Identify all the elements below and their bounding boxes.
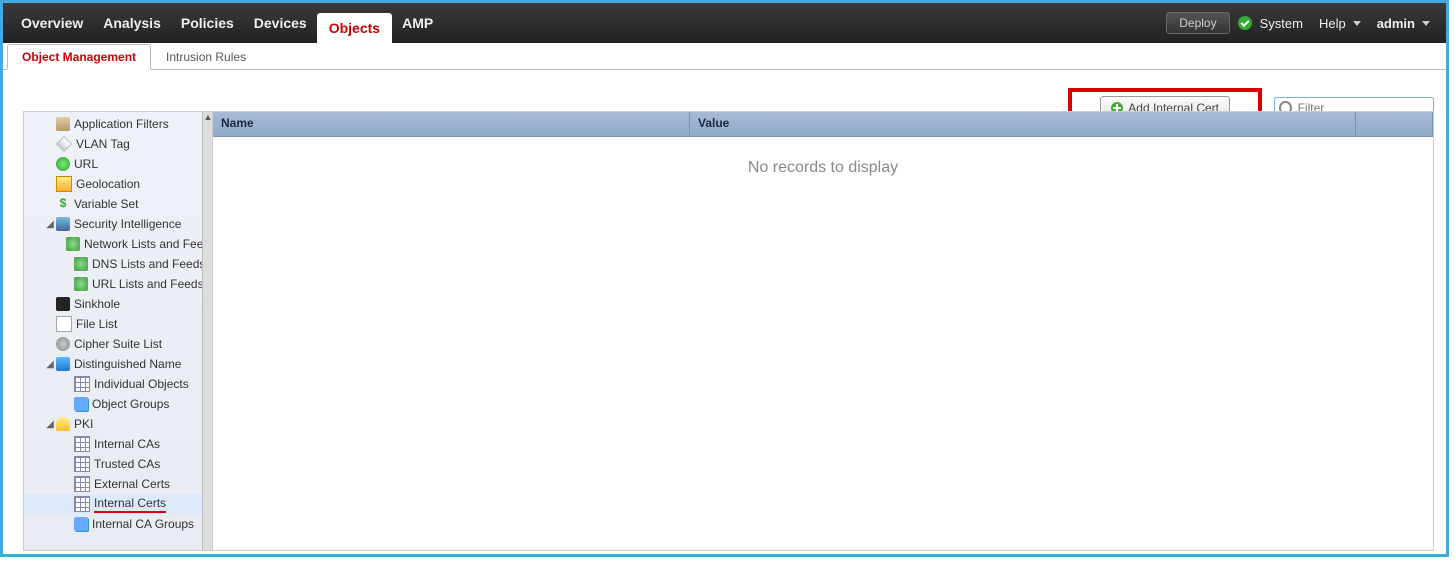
tree-label: Distinguished Name bbox=[74, 357, 181, 371]
nav-system[interactable]: System bbox=[1260, 16, 1303, 31]
tree-node-distinguished-name[interactable]: ◢ Distinguished Name bbox=[24, 354, 212, 374]
tree-label: File List bbox=[76, 317, 117, 331]
grid-icon bbox=[74, 456, 90, 472]
tree-node-dns-lists-and-feeds[interactable]: DNS Lists and Feeds bbox=[24, 254, 212, 274]
tree-node-external-certs[interactable]: External Certs bbox=[24, 474, 212, 494]
tree-label: Network Lists and Feeds bbox=[84, 237, 212, 251]
tree-label: Object Groups bbox=[92, 397, 169, 411]
nav-user[interactable]: admin bbox=[1377, 16, 1430, 31]
chevron-down-icon bbox=[1422, 21, 1430, 26]
geo-icon bbox=[56, 176, 72, 192]
tree-node-trusted-cas[interactable]: Trusted CAs bbox=[24, 454, 212, 474]
feed-icon bbox=[74, 277, 88, 291]
chevron-down-icon bbox=[1353, 21, 1361, 26]
tree-label: DNS Lists and Feeds bbox=[92, 257, 205, 271]
grid-icon bbox=[74, 496, 90, 512]
var-icon bbox=[56, 197, 70, 211]
url-icon bbox=[56, 157, 70, 171]
tree-node-url[interactable]: URL bbox=[24, 154, 212, 174]
nav-help[interactable]: Help bbox=[1319, 16, 1361, 31]
feed-icon bbox=[74, 257, 88, 271]
tree-label: Individual Objects bbox=[94, 377, 189, 391]
tree-panel: Application Filters VLAN Tag URL Geolocatio… bbox=[23, 111, 212, 551]
content-panel: Name Value No records to display bbox=[212, 111, 1434, 551]
app-icon bbox=[56, 117, 70, 131]
status-ok-icon[interactable] bbox=[1238, 16, 1252, 30]
expand-arrow-icon: ◢ bbox=[46, 359, 54, 370]
nav-tab-policies[interactable]: Policies bbox=[171, 3, 244, 43]
tree-label: VLAN Tag bbox=[76, 137, 130, 151]
tree-node-vlan-tag[interactable]: VLAN Tag bbox=[24, 134, 212, 154]
col-value[interactable]: Value bbox=[690, 112, 1356, 136]
sink-icon bbox=[56, 297, 70, 311]
tree-node-internal-certs[interactable]: Internal Certs bbox=[24, 494, 212, 514]
top-nav: Overview Analysis Policies Devices Objec… bbox=[3, 3, 1446, 43]
tree-node-file-list[interactable]: File List bbox=[24, 314, 212, 334]
tree-label: Sinkhole bbox=[74, 297, 120, 311]
collapse-handle[interactable]: ▲ bbox=[202, 112, 212, 550]
empty-message: No records to display bbox=[213, 137, 1433, 199]
nav-user-label: admin bbox=[1377, 16, 1415, 31]
cipher-icon bbox=[56, 337, 70, 351]
feed-icon bbox=[66, 237, 80, 251]
subtab-object-management[interactable]: Object Management bbox=[7, 44, 151, 70]
grid-icon bbox=[74, 436, 90, 452]
tree-label: Internal CA Groups bbox=[92, 517, 194, 531]
tree-label: Cipher Suite List bbox=[74, 337, 162, 351]
group-icon bbox=[74, 517, 88, 531]
tree-node-cipher-suite-list[interactable]: Cipher Suite List bbox=[24, 334, 212, 354]
nav-help-label: Help bbox=[1319, 16, 1346, 31]
expand-arrow-icon: ◢ bbox=[46, 419, 54, 430]
nav-tab-amp[interactable]: AMP bbox=[392, 3, 443, 43]
tree-node-internal-cas[interactable]: Internal CAs bbox=[24, 434, 212, 454]
grid-icon bbox=[74, 476, 90, 492]
tree-label: Internal CAs bbox=[94, 437, 160, 451]
tree-label: URL Lists and Feeds bbox=[92, 277, 204, 291]
tree-node-application-filters[interactable]: Application Filters bbox=[24, 114, 212, 134]
col-actions bbox=[1356, 112, 1433, 136]
key-icon bbox=[56, 417, 70, 431]
dn-icon bbox=[56, 357, 70, 371]
sub-tabs: Object Management Intrusion Rules bbox=[3, 43, 1446, 70]
tree-label: Application Filters bbox=[74, 117, 169, 131]
subtab-intrusion-rules[interactable]: Intrusion Rules bbox=[151, 44, 261, 69]
tree-node-pki[interactable]: ◢ PKI bbox=[24, 414, 212, 434]
tree-node-internal-ca-groups[interactable]: Internal CA Groups bbox=[24, 514, 212, 534]
tree-label: PKI bbox=[74, 417, 93, 431]
tag-icon bbox=[56, 136, 72, 152]
group-icon bbox=[74, 397, 88, 411]
expand-arrow-icon: ◢ bbox=[46, 219, 54, 230]
tree-label: Geolocation bbox=[76, 177, 140, 191]
si-icon bbox=[56, 217, 70, 231]
tree-label: Internal Certs bbox=[94, 496, 166, 513]
tree-node-security-intelligence[interactable]: ◢ Security Intelligence bbox=[24, 214, 212, 234]
main-split: Application Filters VLAN Tag URL Geolocatio… bbox=[23, 111, 1434, 551]
nav-tab-analysis[interactable]: Analysis bbox=[93, 3, 171, 43]
tree-label: Variable Set bbox=[74, 197, 138, 211]
tree-node-url-lists-and-feeds[interactable]: URL Lists and Feeds bbox=[24, 274, 212, 294]
tree-node-sinkhole[interactable]: Sinkhole bbox=[24, 294, 212, 314]
tree-node-geolocation[interactable]: Geolocation bbox=[24, 174, 212, 194]
tree-node-variable-set[interactable]: Variable Set bbox=[24, 194, 212, 214]
grid-header: Name Value bbox=[213, 112, 1433, 137]
tree-node-individual-objects[interactable]: Individual Objects bbox=[24, 374, 212, 394]
nav-tab-devices[interactable]: Devices bbox=[244, 3, 317, 43]
tree-node-object-groups[interactable]: Object Groups bbox=[24, 394, 212, 414]
tree-label: Security Intelligence bbox=[74, 217, 181, 231]
tree-label: URL bbox=[74, 157, 98, 171]
grid-icon bbox=[74, 376, 90, 392]
col-name[interactable]: Name bbox=[213, 112, 690, 136]
tree-label: Trusted CAs bbox=[94, 457, 160, 471]
nav-tab-overview[interactable]: Overview bbox=[11, 3, 93, 43]
nav-tab-objects[interactable]: Objects bbox=[317, 13, 392, 43]
tree-node-network-lists-and-feeds[interactable]: Network Lists and Feeds bbox=[24, 234, 212, 254]
deploy-button[interactable]: Deploy bbox=[1166, 12, 1229, 34]
tree-label: External Certs bbox=[94, 477, 170, 491]
file-icon bbox=[56, 316, 72, 332]
